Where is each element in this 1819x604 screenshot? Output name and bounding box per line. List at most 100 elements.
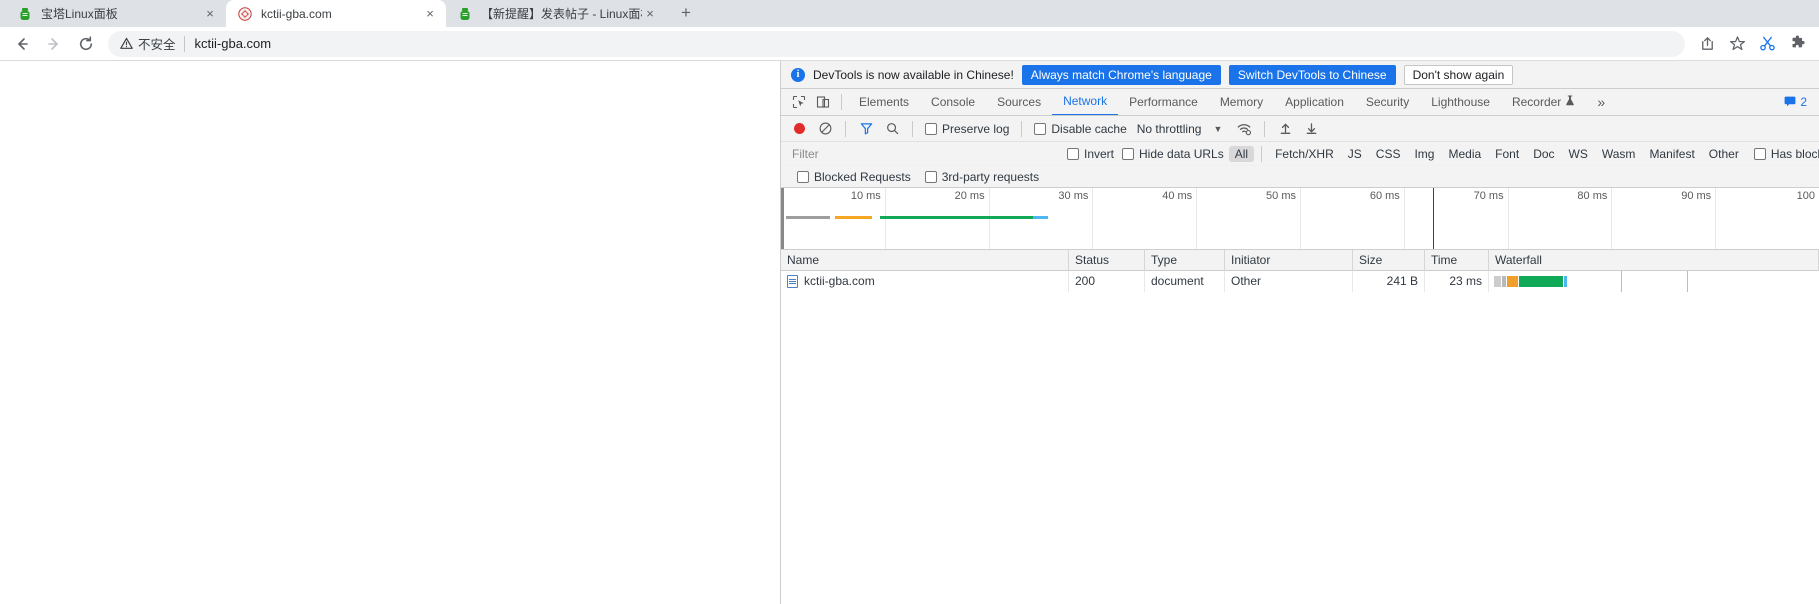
throttling-select-value[interactable]: No throttling <box>1137 122 1202 136</box>
tab-security[interactable]: Security <box>1355 89 1420 115</box>
overview-tick-label: 50 ms <box>1266 190 1296 202</box>
back-arrow-icon[interactable] <box>8 30 36 58</box>
waterfall-segment-stalled <box>1501 276 1507 287</box>
devtools-message-badge[interactable]: 2 <box>1778 95 1813 110</box>
filter-type-img[interactable]: Img <box>1408 146 1440 162</box>
chevron-down-icon[interactable]: ▼ <box>1205 124 1230 134</box>
filter-type-manifest[interactable]: Manifest <box>1643 146 1700 162</box>
export-har-icon[interactable] <box>1299 118 1323 140</box>
waterfall-load-line <box>1687 271 1688 292</box>
toolbar-divider <box>1261 145 1263 162</box>
browser-tab-1[interactable]: kctii-gba.com × <box>226 0 446 27</box>
filter-type-font[interactable]: Font <box>1489 146 1525 162</box>
filter-type-all[interactable]: All <box>1228 145 1255 162</box>
network-overview-timeline[interactable]: 10 ms 20 ms 30 ms 40 ms 50 ms 60 ms 70 ms 80 ms… <box>781 188 1819 250</box>
column-header-size[interactable]: Size <box>1353 249 1425 271</box>
tab-strip: 宝塔Linux面板 × kctii-gba.com × 【新提醒】发表帖子 - … <box>0 0 1819 27</box>
filter-input[interactable] <box>787 144 927 163</box>
table-body[interactable]: kctii-gba.com 200 document Other 241 B 23 ms <box>781 271 1819 604</box>
close-icon[interactable]: × <box>642 6 658 22</box>
table-row[interactable]: kctii-gba.com 200 document Other 241 B 23 ms <box>781 271 1819 292</box>
message-bubble-icon <box>1784 95 1796 110</box>
column-header-waterfall[interactable]: Waterfall <box>1489 249 1819 271</box>
cell-type: document <box>1145 271 1225 292</box>
column-header-name[interactable]: Name <box>781 249 1069 271</box>
tab-network[interactable]: Network <box>1052 89 1119 115</box>
dont-show-again-button[interactable]: Don't show again <box>1403 64 1514 85</box>
third-party-requests-checkbox[interactable]: 3rd-party requests <box>924 169 1040 184</box>
address-bar[interactable]: 不安全 kctii-gba.com <box>108 30 1685 57</box>
toolbar-divider <box>1021 120 1023 137</box>
clear-network-log-icon[interactable] <box>813 118 837 140</box>
filter-type-ws[interactable]: WS <box>1563 146 1594 162</box>
tab-elements[interactable]: Elements <box>848 89 920 115</box>
tab-label: Application <box>1285 95 1344 109</box>
close-icon[interactable]: × <box>202 6 218 22</box>
overview-band-stalled <box>834 216 873 219</box>
invert-label: Invert <box>1084 146 1115 161</box>
filter-type-fetch-xhr[interactable]: Fetch/XHR <box>1269 146 1340 162</box>
switch-devtools-language-button[interactable]: Switch DevTools to Chinese <box>1228 64 1396 85</box>
filter-funnel-icon[interactable] <box>854 118 878 140</box>
info-icon: i <box>791 67 805 82</box>
filter-type-css[interactable]: CSS <box>1370 146 1407 162</box>
filter-type-media[interactable]: Media <box>1442 146 1487 162</box>
column-header-type[interactable]: Type <box>1145 249 1225 271</box>
new-tab-button[interactable]: + <box>672 0 700 27</box>
filter-type-wasm[interactable]: Wasm <box>1596 146 1642 162</box>
blocked-requests-checkbox[interactable]: Blocked Requests <box>797 170 911 184</box>
forward-arrow-icon[interactable] <box>40 30 68 58</box>
page-viewport[interactable] <box>0 61 780 604</box>
message-count: 2 <box>1800 95 1807 109</box>
preserve-log-label: Preserve log <box>942 121 1010 136</box>
toolbar-divider <box>845 120 846 137</box>
share-icon[interactable] <box>1693 30 1721 58</box>
tab-application[interactable]: Application <box>1274 89 1355 115</box>
browser-tab-0[interactable]: 宝塔Linux面板 × <box>6 0 226 27</box>
extensions-puzzle-icon[interactable] <box>1783 30 1811 58</box>
search-icon[interactable] <box>880 118 904 140</box>
network-conditions-icon[interactable] <box>1232 118 1256 140</box>
filter-type-js[interactable]: JS <box>1342 146 1368 162</box>
overview-tick-label: 30 ms <box>1058 190 1089 202</box>
disable-cache-checkbox[interactable]: Disable cache <box>1034 121 1127 136</box>
third-party-requests-label: 3rd-party requests <box>941 169 1040 184</box>
browser-toolbar: 不安全 kctii-gba.com <box>0 27 1819 60</box>
record-stop-icon[interactable] <box>787 118 811 140</box>
overview-gridline <box>1300 188 1301 249</box>
preserve-log-checkbox[interactable]: Preserve log <box>925 122 1009 136</box>
invert-checkbox[interactable]: Invert <box>1067 147 1114 161</box>
overview-gridline <box>1196 188 1198 249</box>
scissors-icon[interactable] <box>1753 30 1781 58</box>
column-header-initiator[interactable]: Initiator <box>1225 249 1353 271</box>
tab-recorder[interactable]: Recorder <box>1501 89 1586 115</box>
close-icon[interactable]: × <box>422 6 438 22</box>
import-har-icon[interactable] <box>1273 118 1297 140</box>
inspect-element-icon[interactable] <box>787 91 811 113</box>
tab-console[interactable]: Console <box>920 89 986 115</box>
filter-type-other[interactable]: Other <box>1703 146 1745 162</box>
column-header-status[interactable]: Status <box>1069 249 1145 271</box>
tab-memory[interactable]: Memory <box>1209 89 1274 115</box>
has-blocked-cookies-checkbox[interactable]: Has blocked cookies <box>1753 147 1819 161</box>
always-match-language-button[interactable]: Always match Chrome's language <box>1021 64 1221 85</box>
tab-lighthouse[interactable]: Lighthouse <box>1420 89 1501 115</box>
waterfall-segment-queueing <box>1493 276 1501 287</box>
filter-type-doc[interactable]: Doc <box>1527 146 1560 162</box>
browser-window: 宝塔Linux面板 × kctii-gba.com × 【新提醒】发表帖子 - … <box>0 0 1819 604</box>
reload-icon[interactable] <box>72 30 100 58</box>
browser-tab-title-2: 【新提醒】发表帖子 - Linux面板 <box>481 6 642 21</box>
disable-cache-label: Disable cache <box>1051 121 1127 136</box>
overview-gridline <box>1507 188 1509 249</box>
browser-tab-2[interactable]: 【新提醒】发表帖子 - Linux面板 × <box>446 0 666 27</box>
tab-overflow-button[interactable]: » <box>1586 89 1616 115</box>
tab-sources[interactable]: Sources <box>986 89 1052 115</box>
overview-tick-label: 10 ms <box>850 190 881 202</box>
document-file-icon <box>787 275 798 288</box>
bookmark-star-icon[interactable] <box>1723 30 1751 58</box>
tab-performance[interactable]: Performance <box>1118 89 1209 115</box>
overview-tick-label: 40 ms <box>1162 190 1193 202</box>
column-header-time[interactable]: Time <box>1425 249 1489 271</box>
toggle-device-toolbar-icon[interactable] <box>811 91 835 113</box>
hide-data-urls-checkbox[interactable]: Hide data URLs <box>1122 147 1224 161</box>
